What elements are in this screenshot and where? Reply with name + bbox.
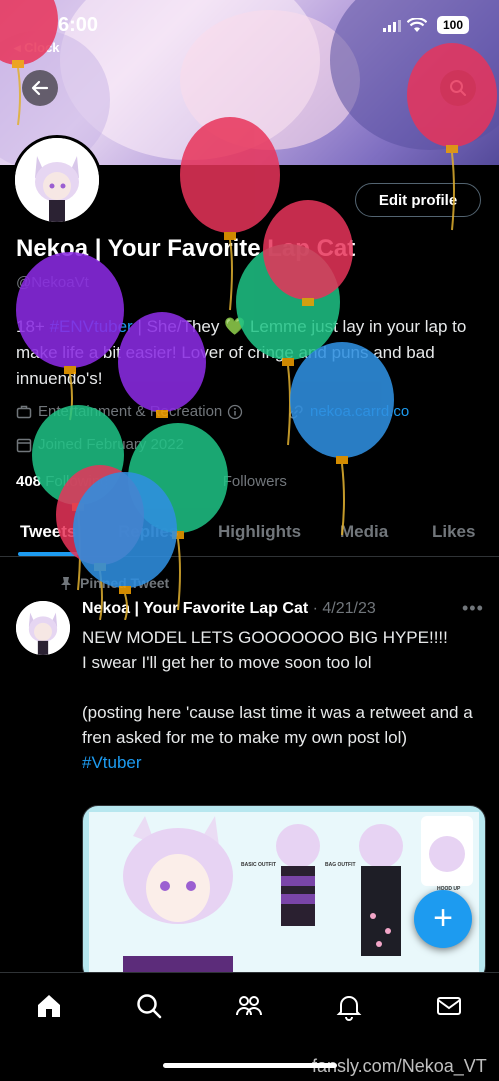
wifi-icon — [407, 18, 427, 32]
profile-name: Nekoa | Your Favorite Lap Cat — [16, 235, 356, 262]
tab-media[interactable]: Media — [340, 522, 388, 542]
info-icon[interactable] — [227, 404, 243, 420]
profile-category: Entertainment & Recreation — [16, 403, 243, 420]
followers-link[interactable]: Followers — [223, 473, 287, 490]
home-icon[interactable] — [34, 991, 64, 1021]
back-button[interactable] — [22, 70, 58, 106]
back-to-app-link[interactable]: ◂ Clock — [14, 40, 60, 56]
media-label: BAG OUTFIT — [325, 862, 356, 868]
tweet-author[interactable]: Nekoa | Your Favorite Lap Cat — [82, 600, 308, 617]
profile-bio: 18+ #ENVtuber | She/They 💚 Lemme just la… — [16, 314, 486, 392]
tab-highlights[interactable]: Highlights — [218, 522, 301, 542]
messages-icon[interactable] — [434, 991, 464, 1021]
profile-handle: @NekoaVt — [16, 274, 89, 291]
watermark-text: fansly.com/Nekoa_VT — [312, 1056, 487, 1076]
profile-joined: Joined February 2022 — [16, 436, 184, 453]
following-label: Following — [45, 473, 109, 490]
search-icon[interactable] — [134, 991, 164, 1021]
vtuber-model-art — [89, 812, 479, 981]
website-link[interactable]: nekoa.carrd.co — [310, 403, 409, 420]
pin-icon — [61, 577, 71, 590]
followers-label: Followers — [222, 473, 287, 490]
more-options-icon[interactable]: ••• — [462, 598, 484, 619]
media-label: BASIC OUTFIT — [241, 862, 276, 868]
tweet-header: Nekoa | Your Favorite Lap Cat · 4/21/23 — [82, 600, 376, 618]
active-tab-indicator — [18, 552, 78, 556]
tweet-date[interactable]: · 4/21/23 — [313, 600, 376, 617]
briefcase-icon — [16, 405, 32, 418]
communities-icon[interactable] — [234, 991, 264, 1021]
category-label: Entertainment & Recreation — [38, 403, 223, 420]
pinned-label: Pinned Tweet — [80, 575, 170, 591]
tweet-hashtag[interactable]: #Vtuber — [82, 753, 142, 772]
profile-website[interactable]: nekoa.carrd.co — [288, 403, 409, 420]
bio-prefix: 18+ — [16, 317, 50, 336]
tab-replies[interactable]: Replies — [118, 522, 178, 542]
follow-stats: 408 Following Followers — [16, 473, 287, 490]
compose-tweet-button[interactable]: + — [414, 890, 472, 948]
notifications-icon[interactable] — [334, 991, 364, 1021]
tweet-avatar[interactable] — [16, 601, 70, 655]
profile-avatar[interactable] — [12, 135, 102, 225]
following-link[interactable]: 408 Following — [16, 473, 109, 490]
avatar-image — [16, 601, 70, 655]
edit-profile-button[interactable]: Edit profile — [355, 183, 481, 217]
search-profile-button[interactable] — [440, 70, 476, 106]
calendar-icon — [16, 438, 32, 452]
arrow-left-icon — [31, 80, 49, 96]
home-indicator — [163, 1063, 337, 1068]
profile-tabs: Tweets Replies Highlights Media Likes — [0, 510, 499, 557]
signal-icon — [383, 20, 401, 32]
tab-likes[interactable]: Likes — [432, 522, 475, 542]
bio-hashtag-link[interactable]: #ENVtuber — [50, 317, 133, 336]
tweet-text: NEW MODEL LETS GOOOOOOO BIG HYPE!!!! I s… — [82, 625, 482, 775]
status-time: 6:00 — [58, 14, 99, 36]
status-bar: 6:00 ◂ Clock 100 — [0, 12, 499, 55]
tab-tweets[interactable]: Tweets — [20, 522, 76, 542]
battery-indicator: 100 — [437, 16, 469, 34]
avatar-image — [15, 138, 99, 222]
following-count: 408 — [16, 473, 42, 490]
link-icon — [289, 404, 303, 419]
tweet-body: NEW MODEL LETS GOOOOOOO BIG HYPE!!!! I s… — [82, 628, 473, 747]
balloon-green — [32, 405, 124, 591]
search-icon — [450, 80, 466, 96]
joined-label: Joined February 2022 — [38, 436, 184, 453]
tweet-media-image[interactable]: BASIC OUTFIT BAG OUTFIT HOOD UP — [82, 805, 486, 982]
pinned-indicator: Pinned Tweet — [60, 575, 169, 591]
